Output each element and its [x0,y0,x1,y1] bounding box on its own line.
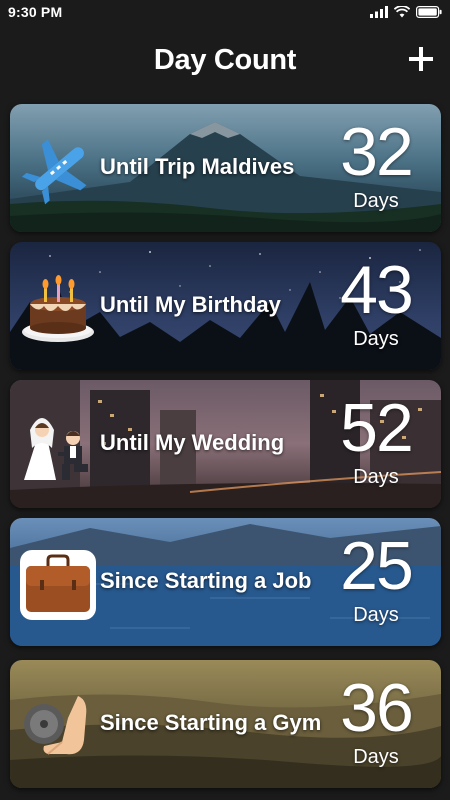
day-count: 43 [340,252,414,328]
event-card-gym[interactable]: Since Starting a Gym 36 Days [10,660,441,788]
briefcase-icon [20,550,96,620]
event-card-job[interactable]: Since Starting a Job 25 Days [10,518,441,646]
event-card-birthday[interactable]: Until My Birthday 43 Days [10,242,441,370]
event-label: Until Trip Maldives [100,154,295,179]
day-count: 25 [340,528,414,604]
day-count: 52 [340,390,414,466]
wedding-couple-icon [24,418,88,480]
day-unit: Days [353,328,399,350]
day-unit: Days [353,746,399,768]
event-card-trip-maldives[interactable]: Until Trip Maldives 32 Days [10,104,441,232]
event-label: Since Starting a Job [100,568,312,593]
event-label: Until My Wedding [100,430,285,455]
dumbbell-icon [24,696,87,755]
plus-icon [409,47,433,71]
status-time: 9:30 PM [8,4,63,20]
day-count: 32 [340,114,414,190]
airplane-icon [21,139,87,205]
day-count: 36 [340,670,414,746]
header: Day Count [0,36,450,92]
day-unit: Days [353,604,399,626]
battery-icon [416,6,442,18]
birthday-cake-icon [22,275,94,342]
status-bar: 9:30 PM [0,0,450,24]
event-label: Until My Birthday [100,292,281,317]
signal-icon [370,6,388,18]
event-card-wedding[interactable]: Until My Wedding 52 Days [10,380,441,508]
wifi-icon [394,6,410,18]
day-unit: Days [353,190,399,212]
event-label: Since Starting a Gym [100,710,322,735]
page-title: Day Count [153,44,297,76]
status-icons [370,6,442,18]
day-unit: Days [353,466,399,488]
add-button[interactable] [406,44,436,74]
